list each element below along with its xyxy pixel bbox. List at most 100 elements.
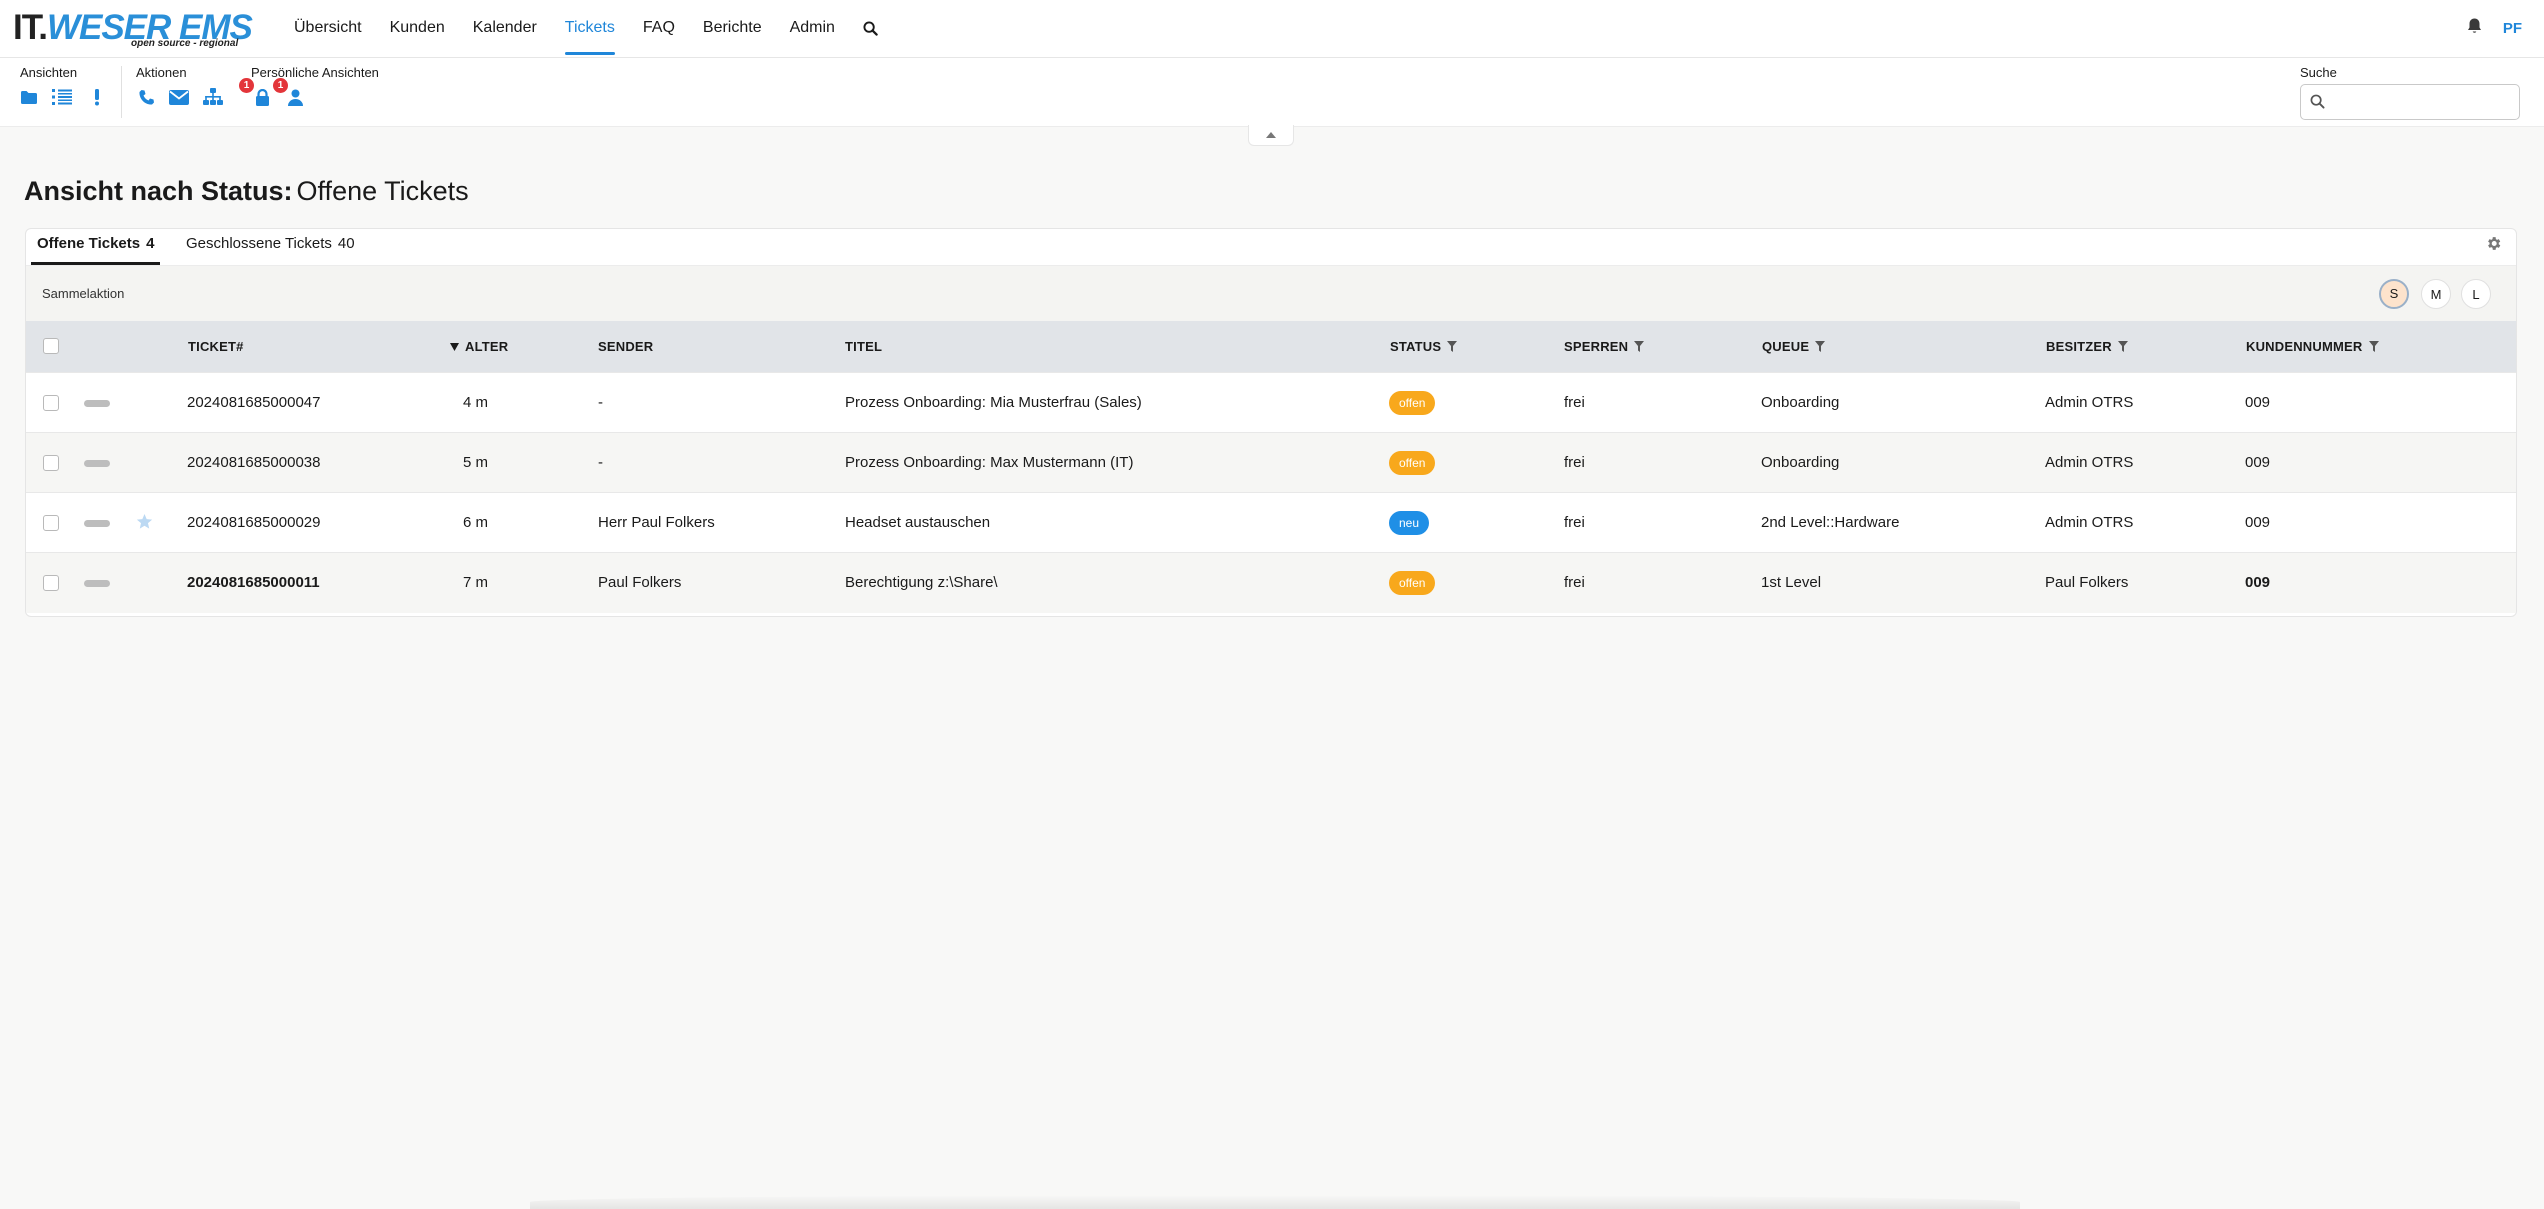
column-title[interactable]: TITEL — [845, 321, 882, 372]
select-all-checkbox[interactable] — [43, 338, 59, 354]
filter-icon[interactable] — [1634, 341, 1645, 352]
row-checkbox[interactable] — [43, 455, 59, 471]
column-owner[interactable]: BESITZER — [2046, 321, 2128, 372]
status-tabs: Offene Tickets 4 Geschlossene Tickets 40 — [26, 229, 2516, 265]
user-icon[interactable] — [284, 86, 306, 108]
ticket-lock: frei — [1564, 574, 1585, 591]
toolbar-collapse-toggle[interactable] — [1248, 125, 1294, 146]
top-navigation-bar: IT.WESER EMS open source - regional Über… — [0, 0, 2544, 58]
ticket-title[interactable]: Prozess Onboarding: Max Mustermann (IT) — [845, 433, 1133, 493]
priority-indicator — [84, 520, 110, 527]
page-title-view: Offene Tickets — [296, 176, 469, 206]
status-badge: offen — [1389, 391, 1436, 415]
folder-icon[interactable] — [18, 86, 40, 108]
row-checkbox[interactable] — [43, 515, 59, 531]
nav-item-uebersicht[interactable]: Übersicht — [280, 0, 376, 55]
list-icon[interactable] — [51, 86, 73, 108]
envelope-icon[interactable] — [168, 86, 190, 108]
ticket-age: 4 m — [463, 394, 489, 411]
nav-item-kunden[interactable]: Kunden — [376, 0, 459, 55]
ticket-queue: Onboarding — [1761, 394, 1840, 411]
ticket-customer-number: 009 — [2245, 394, 2271, 411]
views-group: Ansichten — [20, 58, 120, 126]
views-label: Ansichten — [20, 65, 78, 80]
column-queue[interactable]: QUEUE — [1762, 321, 1826, 372]
priority-indicator — [84, 460, 110, 467]
ticket-number[interactable]: 2024081685000047 — [187, 373, 320, 433]
table-row[interactable]: 2024081685000038 5 m - Prozess Onboardin… — [26, 432, 2516, 493]
column-customer-number[interactable]: KUNDENNUMMER — [2246, 321, 2379, 372]
column-ticket-number[interactable]: TICKET# — [188, 321, 244, 372]
star-icon[interactable] — [136, 514, 153, 535]
ticket-customer-number: 009 — [2245, 574, 2271, 591]
size-small-button[interactable]: S — [2379, 279, 2409, 309]
filter-icon[interactable] — [1447, 341, 1458, 352]
table-row[interactable]: 2024081685000047 4 m - Prozess Onboardin… — [26, 372, 2516, 433]
row-checkbox[interactable] — [43, 395, 59, 411]
ticket-customer-number: 009 — [2245, 454, 2271, 471]
ticket-queue: 2nd Level::Hardware — [1761, 514, 1900, 531]
ticket-number[interactable]: 2024081685000029 — [187, 493, 320, 553]
ticket-title[interactable]: Berechtigung z:\Share\ — [845, 553, 998, 613]
main-nav: Übersicht Kunden Kalender Tickets FAQ Be… — [280, 0, 892, 57]
ticket-age: 6 m — [463, 514, 489, 531]
user-area: PF — [2466, 0, 2522, 57]
search-input[interactable] — [2333, 85, 2517, 119]
column-lock[interactable]: SPERREN — [1564, 321, 1645, 372]
bottom-shadow — [530, 1195, 2020, 1209]
size-medium-button[interactable]: M — [2421, 279, 2451, 309]
bell-icon[interactable] — [2466, 17, 2483, 40]
user-count-badge: 1 — [273, 78, 288, 93]
ticket-sender: Paul Folkers — [598, 574, 682, 591]
logo-prefix: IT. — [13, 8, 48, 47]
actions-label: Aktionen — [136, 65, 187, 80]
tab-open-tickets[interactable]: Offene Tickets 4 — [31, 229, 161, 265]
tab-label: Geschlossene Tickets — [186, 235, 332, 252]
bulk-action-label[interactable]: Sammelaktion — [42, 286, 124, 301]
ticket-number[interactable]: 2024081685000038 — [187, 433, 320, 493]
exclamation-icon[interactable] — [86, 86, 108, 108]
size-large-button[interactable]: L — [2461, 279, 2491, 309]
table-row[interactable]: 2024081685000011 7 m Paul Folkers Berech… — [26, 552, 2516, 613]
nav-item-admin[interactable]: Admin — [776, 0, 849, 55]
priority-indicator — [84, 580, 110, 587]
column-status[interactable]: STATUS — [1390, 321, 1458, 372]
nav-item-kalender[interactable]: Kalender — [459, 0, 551, 55]
company-logo[interactable]: IT.WESER EMS open source - regional — [13, 8, 263, 52]
column-age[interactable]: ALTER — [450, 321, 508, 372]
nav-item-berichte[interactable]: Berichte — [689, 0, 776, 55]
actions-group: Aktionen — [136, 58, 246, 126]
lock-icon[interactable] — [251, 86, 273, 108]
user-initials[interactable]: PF — [2503, 20, 2522, 37]
toolbar: Ansichten Aktionen Persönliche Ansichten… — [0, 58, 2544, 127]
filter-icon[interactable] — [2117, 341, 2128, 352]
ticket-sender: - — [598, 454, 603, 471]
filter-icon[interactable] — [1815, 341, 1826, 352]
search-icon[interactable] — [849, 0, 892, 57]
row-checkbox[interactable] — [43, 575, 59, 591]
search-field[interactable] — [2300, 84, 2520, 120]
ticket-number[interactable]: 2024081685000011 — [187, 553, 320, 613]
nav-item-faq[interactable]: FAQ — [629, 0, 689, 55]
ticket-title[interactable]: Headset austauschen — [845, 493, 990, 553]
tab-count: 4 — [146, 235, 155, 252]
ticket-queue: Onboarding — [1761, 454, 1840, 471]
tab-closed-tickets[interactable]: Geschlossene Tickets 40 — [186, 229, 355, 262]
filter-icon[interactable] — [2368, 341, 2379, 352]
sitemap-icon[interactable] — [202, 86, 224, 108]
ticket-title[interactable]: Prozess Onboarding: Mia Musterfrau (Sale… — [845, 373, 1142, 433]
nav-item-tickets[interactable]: Tickets — [551, 0, 629, 55]
toolbar-divider — [121, 66, 122, 118]
phone-icon[interactable] — [135, 86, 157, 108]
priority-indicator — [84, 400, 110, 407]
table-header: TICKET# ALTER SENDER TITEL STATUS SPERRE… — [26, 321, 2516, 372]
ticket-queue: 1st Level — [1761, 574, 1822, 591]
gear-icon[interactable] — [2485, 235, 2502, 257]
ticket-lock: frei — [1564, 514, 1585, 531]
column-sender[interactable]: SENDER — [598, 321, 653, 372]
lock-count-badge: 1 — [239, 78, 254, 93]
ticket-lock: frei — [1564, 394, 1585, 411]
ticket-sender: - — [598, 394, 603, 411]
ticket-owner: Admin OTRS — [2045, 454, 2134, 471]
table-row[interactable]: 2024081685000029 6 m Herr Paul Folkers H… — [26, 492, 2516, 553]
